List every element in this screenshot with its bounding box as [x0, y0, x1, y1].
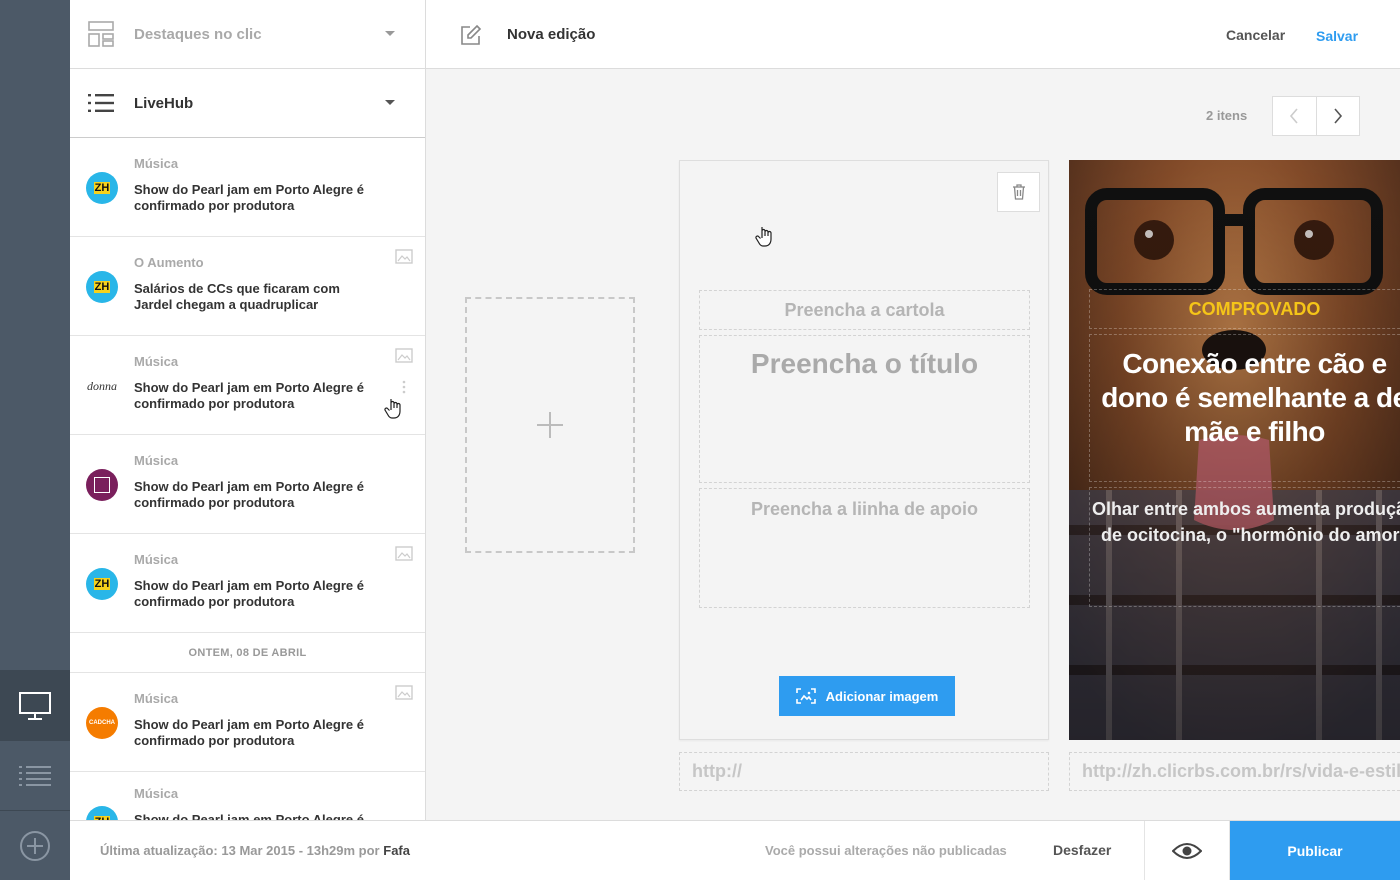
feed-item-category: Música: [134, 786, 179, 801]
cancel-button[interactable]: Cancelar: [1226, 27, 1285, 43]
support-line-field[interactable]: Preencha a liinha de apoio: [699, 488, 1030, 608]
save-button[interactable]: Salvar: [1316, 28, 1358, 44]
feed-item-category: Música: [134, 354, 179, 369]
source-logo-zh: ZH: [86, 271, 118, 303]
add-item-slot[interactable]: [465, 297, 635, 553]
bottom-bar: Última atualização: 13 Mar 2015 - 13h29m…: [70, 820, 1400, 880]
feed-item-title: Show do Pearl jam em Porto Alegre é conf…: [134, 812, 364, 820]
monitor-icon: [19, 691, 51, 720]
feed-item-category: Música: [134, 453, 179, 468]
chevron-down-icon: [385, 100, 395, 105]
last-update-prefix: Última atualização: 13 Mar 2015 - 13h29m…: [100, 843, 380, 858]
section-selector-label: Destaques no clic: [134, 25, 262, 43]
feed-selector[interactable]: LiveHub: [70, 69, 425, 138]
feed-item-category: Música: [134, 552, 179, 567]
feed-item-category: O Aumento: [134, 255, 204, 270]
add-image-label: Adicionar imagem: [825, 688, 939, 704]
feed-item-title: Show do Pearl jam em Porto Alegre é conf…: [134, 578, 364, 609]
feed-item-title: Salários de CCs que ficaram com Jardel c…: [134, 281, 340, 312]
feed-item[interactable]: ZH O Aumento Salários de CCs que ficaram…: [70, 237, 425, 336]
source-logo-cadcha: CADCHA: [86, 707, 118, 739]
plus-circle-icon: [20, 830, 50, 861]
preview-title: Conexão entre cão e dono é semelhante a …: [1089, 334, 1400, 482]
feed-selector-label: LiveHub: [134, 94, 194, 112]
desktop-view-button[interactable]: [0, 670, 70, 740]
image-icon[interactable]: [395, 249, 413, 264]
section-selector[interactable]: Destaques no clic: [70, 0, 425, 69]
date-separator: ONTEM, 08 DE ABRIL: [70, 633, 425, 673]
edit-icon: [461, 24, 482, 45]
drag-handle-icon[interactable]: [402, 380, 406, 394]
feed-item[interactable]: donna Música Show do Pearl jam em Porto …: [70, 336, 425, 435]
last-update-user: Fafa: [383, 843, 410, 858]
image-scan-icon: [795, 688, 816, 704]
feed-item[interactable]: Música Show do Pearl jam em Porto Alegre…: [70, 435, 425, 534]
chevron-left-icon: [1290, 108, 1298, 124]
hand-cursor-icon: [755, 227, 772, 247]
preview-support-line: Olhar entre ambos aumenta produção de oc…: [1089, 487, 1400, 607]
image-icon[interactable]: [395, 685, 413, 700]
chevron-down-icon: [385, 31, 395, 36]
hand-cursor-icon: [384, 399, 401, 419]
unpublished-notice: Você possui alterações não publicadas: [765, 843, 1007, 858]
feed-item-category: Música: [134, 691, 179, 706]
publish-button[interactable]: Publicar: [1230, 821, 1400, 880]
page-title: Nova edição: [507, 26, 596, 43]
content-sidebar: Destaques no clic LiveHub ZH Música Show…: [70, 0, 426, 820]
feed-item[interactable]: ZH Música Show do Pearl jam em Porto Ale…: [70, 772, 425, 820]
image-icon[interactable]: [395, 546, 413, 561]
feed-item-title: Show do Pearl jam em Porto Alegre é conf…: [134, 182, 364, 213]
feed-item-category: Música: [134, 156, 179, 171]
editor-card: Preencha a cartola Preencha o título Pre…: [679, 160, 1049, 740]
eye-icon: [1172, 843, 1202, 859]
list-view-button[interactable]: [0, 740, 70, 810]
feed-item[interactable]: ZH Música Show do Pearl jam em Porto Ale…: [70, 138, 425, 237]
layout-icon: [88, 21, 114, 47]
feed-item-title: Show do Pearl jam em Porto Alegre é conf…: [134, 717, 364, 748]
url-input[interactable]: http://: [679, 752, 1049, 791]
prev-button[interactable]: [1273, 97, 1316, 135]
last-update-text: Última atualização: 13 Mar 2015 - 13h29m…: [100, 843, 410, 858]
list-icon: [88, 94, 114, 112]
items-count: 2 itens: [1206, 108, 1248, 123]
plus-icon: [537, 412, 563, 438]
add-image-button[interactable]: Adicionar imagem: [779, 676, 955, 716]
feed-item[interactable]: ZH Música Show do Pearl jam em Porto Ale…: [70, 534, 425, 633]
feed-item-title: Show do Pearl jam em Porto Alegre é conf…: [134, 479, 364, 510]
feed-item[interactable]: CADCHA Música Show do Pearl jam em Porto…: [70, 673, 425, 772]
source-logo-donna: donna: [87, 378, 117, 393]
undo-button[interactable]: Desfazer: [1053, 842, 1111, 858]
add-new-button[interactable]: [0, 810, 70, 880]
list-icon: [19, 765, 51, 786]
editor-topbar: Nova edição Cancelar Salvar: [426, 0, 1400, 69]
image-icon[interactable]: [395, 348, 413, 363]
app-rail: [0, 0, 70, 880]
next-button[interactable]: [1315, 97, 1360, 135]
title-field[interactable]: Preencha o título: [699, 335, 1030, 483]
feed-item-title: Show do Pearl jam em Porto Alegre é conf…: [134, 380, 364, 411]
trash-icon: [1012, 184, 1025, 200]
source-logo-zh: ZH: [86, 568, 118, 600]
preview-card[interactable]: COMPROVADO Conexão entre cão e dono é se…: [1069, 160, 1400, 740]
source-logo-zh: ZH: [86, 172, 118, 204]
chevron-right-icon: [1334, 108, 1342, 124]
kicker-field[interactable]: Preencha a cartola: [699, 290, 1030, 330]
source-logo-zh: ZH: [86, 806, 118, 820]
delete-button[interactable]: [997, 172, 1040, 212]
preview-button[interactable]: [1144, 821, 1230, 880]
preview-kicker: COMPROVADO: [1089, 289, 1400, 329]
pager: [1272, 96, 1360, 136]
source-logo-casa: [86, 469, 118, 501]
preview-url-input[interactable]: http://zh.clicrbs.com.br/rs/vida-e-estil…: [1069, 752, 1400, 791]
